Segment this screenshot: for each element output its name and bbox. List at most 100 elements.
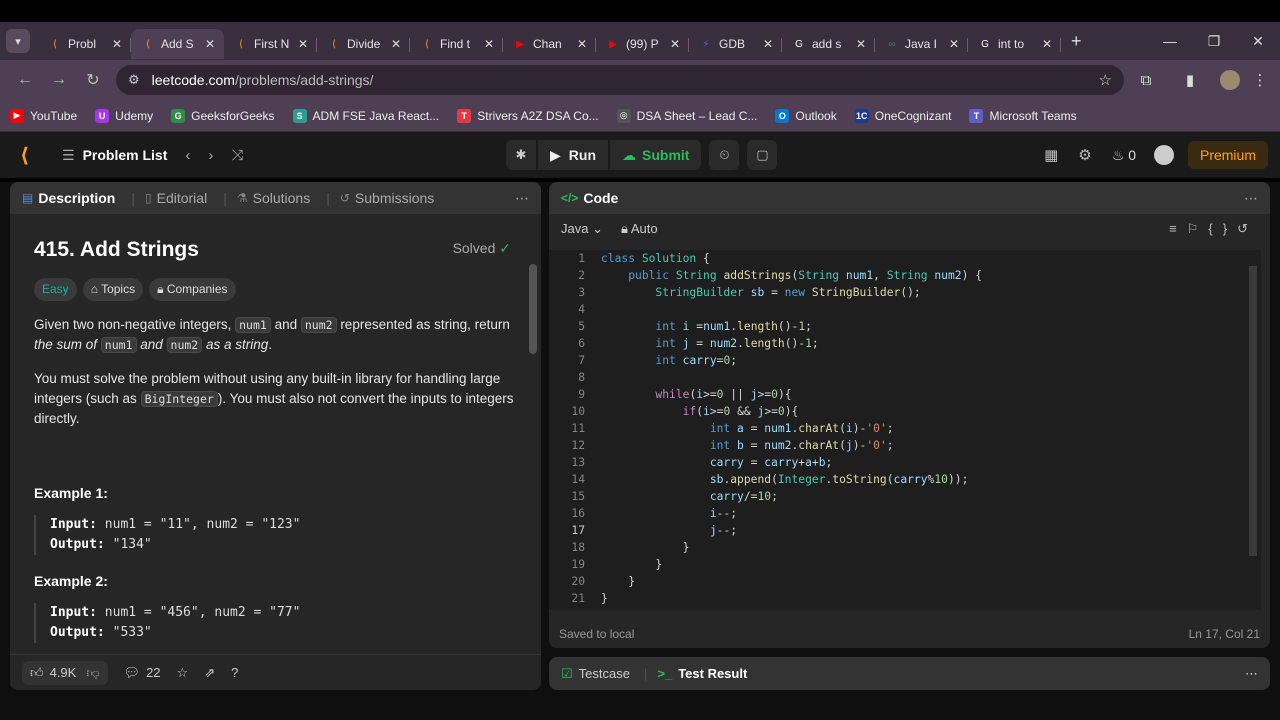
code-line[interactable]: 17 j--; [549,522,1261,539]
tab-description[interactable]: ▤ Description [22,190,115,206]
tab-submissions[interactable]: ↺ Submissions [340,190,434,206]
next-problem-icon[interactable]: › [208,147,213,164]
bookmark-item[interactable]: U Udemy [95,108,153,123]
code-tab[interactable]: </> Code [561,190,618,206]
code-line[interactable]: 21} [549,590,1261,607]
language-select[interactable]: Java ⌄ [561,221,603,237]
bookmark-item[interactable]: ▶ YouTube [10,108,77,123]
browser-tab[interactable]: ∞ Java I ✕ [875,29,968,59]
browser-tab[interactable]: ⟨ Probl ✕ [38,29,131,59]
url-input[interactable]: ⚙ leetcode.com/problems/add-strings/ ☆ [116,65,1124,95]
help-icon[interactable]: ? [231,665,238,680]
extensions-icon[interactable]: ⧉ [1124,72,1168,89]
bookmark-icon[interactable]: ⚐ [1187,221,1209,236]
code-line[interactable]: 1 class Solution { [549,250,1261,267]
premium-button[interactable]: Premium [1187,141,1268,169]
bookmark-item[interactable]: T Strivers A2Z DSA Co... [457,108,599,123]
settings-gear-icon[interactable]: ⚙ [1078,146,1091,164]
code-line[interactable]: 19 } [549,556,1261,573]
code-editor[interactable]: 1 class Solution {2 public String addStri… [549,250,1261,610]
site-info-icon[interactable]: ⚙ [128,72,140,88]
code-line[interactable]: 2 public String addStrings(String num1, … [549,267,1261,284]
profile-avatar[interactable] [1220,70,1240,90]
user-avatar[interactable] [1153,145,1174,165]
code-line[interactable]: 16 i--; [549,505,1261,522]
bookmark-item[interactable]: S ADM FSE Java React... [292,108,439,123]
close-window-button[interactable]: ✕ [1236,33,1280,50]
minimize-button[interactable]: — [1148,33,1192,50]
browser-tab[interactable]: Gint to ✕ [968,29,1061,59]
code-line[interactable]: 12 int b = num2.charAt(j)-'0'; [549,437,1261,454]
tab-editorial[interactable]: ▯ Editorial [145,190,207,206]
close-tab-icon[interactable]: ✕ [1039,37,1055,51]
submit-button[interactable]: ☁ Submit [610,140,702,170]
format-icon[interactable]: ≡ [1169,221,1187,236]
share-icon[interactable]: ⇗ [204,665,215,681]
test-panel-more-icon[interactable]: ⋯ [1245,666,1258,682]
bookmark-item[interactable]: O Outlook [775,108,837,123]
code-line[interactable]: 6 int j = num2.length()-1; [549,335,1261,352]
notes-button[interactable]: ▢ [747,140,778,170]
code-line[interactable]: 8 [549,369,1261,386]
prev-problem-icon[interactable]: ‹ [185,147,190,164]
browser-tab[interactable]: ▶ (99) P ✕ [596,29,689,59]
bookmark-item[interactable]: T Microsoft Teams [969,108,1077,123]
close-tab-icon[interactable]: ✕ [295,37,311,51]
timer-button[interactable]: ⏲ [709,140,740,170]
code-line[interactable]: 9 while(i>=0 || j>=0){ [549,386,1261,403]
close-tab-icon[interactable]: ✕ [109,37,125,51]
code-line[interactable]: 5 int i =num1.length()-1; [549,318,1261,335]
close-tab-icon[interactable]: ✕ [481,37,497,51]
like-button[interactable]: 👍︎ 4.9K 👎︎ [22,660,108,685]
back-button[interactable]: ← [8,71,42,89]
close-tab-icon[interactable]: ✕ [574,37,590,51]
description-scrollbar[interactable] [529,264,537,354]
close-tab-icon[interactable]: ✕ [946,37,962,51]
shuffle-icon[interactable]: ⤨ [231,147,243,164]
reset-icon[interactable]: ↺ [1237,221,1258,236]
bookmark-star-icon[interactable]: ☆ [1099,71,1112,89]
tab-solutions[interactable]: ⚗ Solutions [237,190,310,206]
browser-tab[interactable]: ⟨ Divide ✕ [317,29,410,59]
streak-counter[interactable]: ♨ 0 [1112,147,1136,164]
browser-menu-icon[interactable]: ⋮ [1248,71,1272,89]
close-tab-icon[interactable]: ✕ [202,37,218,51]
description-more-icon[interactable]: ⋯ [515,190,529,207]
browser-tab[interactable]: Gadd s ✕ [782,29,875,59]
auto-mode[interactable]: 🔒︎ Auto [621,221,658,237]
bookmark-item[interactable]: 1C OneCognizant [854,108,951,123]
favorite-star-icon[interactable]: ☆ [177,665,189,681]
close-tab-icon[interactable]: ✕ [760,37,776,51]
reload-button[interactable]: ↻ [76,70,110,90]
layout-icon[interactable]: ▦ [1044,146,1058,164]
test-result-tab[interactable]: >_ Test Result [657,666,747,681]
debug-button[interactable]: ✱ [506,140,536,170]
code-line[interactable]: 13 carry = carry+a+b; [549,454,1261,471]
tab-search-button[interactable]: ▾ [6,29,30,53]
comments-button[interactable]: 💬︎ 22 [124,665,161,681]
editor-scrollbar[interactable] [1249,266,1257,556]
run-button[interactable]: ▶ Run [538,140,608,170]
code-line[interactable]: 4 [549,301,1261,318]
companies-tag[interactable]: 🔒︎ Companies [149,278,236,301]
close-tab-icon[interactable]: ✕ [388,37,404,51]
leetcode-logo-icon[interactable]: ⟨ [20,143,46,168]
bookmark-item[interactable]: ◎ DSA Sheet – Lead C... [616,108,757,123]
code-line[interactable]: 11 int a = num1.charAt(i)-'0'; [549,420,1261,437]
browser-tab[interactable]: ⚡ GDB ✕ [689,29,782,59]
topics-tag[interactable]: ⌂ Topics [82,278,144,301]
browser-tab[interactable]: ⟨ Find t ✕ [410,29,503,59]
new-tab-button[interactable]: + [1071,31,1082,52]
code-line[interactable]: 7 int carry=0; [549,352,1261,369]
browser-tab[interactable]: ▶ Chan ✕ [503,29,596,59]
forward-button[interactable]: → [42,71,76,89]
code-line[interactable]: 15 carry/=10; [549,488,1261,505]
bookmark-item[interactable]: G GeeksforGeeks [171,108,275,123]
testcase-tab[interactable]: ☑ Testcase [561,666,630,682]
braces-icon[interactable]: {} [1208,221,1237,236]
problem-list-button[interactable]: ☰ Problem List [62,147,167,164]
close-tab-icon[interactable]: ✕ [853,37,869,51]
code-line[interactable]: 3 StringBuilder sb = new StringBuilder()… [549,284,1261,301]
code-line[interactable]: 18 } [549,539,1261,556]
code-line[interactable]: 20 } [549,573,1261,590]
